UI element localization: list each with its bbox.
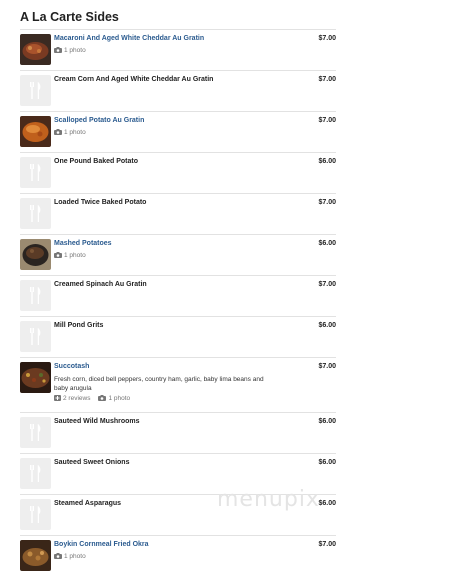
photo-count[interactable]: 1 photo bbox=[54, 553, 86, 561]
menu-item: Sauteed Wild Mushrooms $6.00 bbox=[20, 412, 336, 453]
fork-knife-icon bbox=[20, 157, 51, 188]
camera-icon bbox=[54, 553, 62, 561]
item-price: $7.00 bbox=[318, 541, 336, 548]
reviews-and-photos: 2 reviews 1 photo bbox=[54, 395, 130, 403]
item-name-link[interactable]: Mashed Potatoes bbox=[54, 240, 112, 247]
food-photo-thumbnail[interactable] bbox=[20, 540, 51, 571]
camera-icon bbox=[54, 129, 62, 137]
menu-item: Boykin Cornmeal Fried Okra 1 photo $7.00 bbox=[20, 535, 336, 576]
menu-item: Mill Pond Grits $6.00 bbox=[20, 316, 336, 357]
menu-item: Cream Corn And Aged White Cheddar Au Gra… bbox=[20, 70, 336, 111]
item-name-link[interactable]: Succotash bbox=[54, 363, 89, 370]
item-name: Loaded Twice Baked Potato bbox=[54, 199, 147, 206]
item-name: One Pound Baked Potato bbox=[54, 158, 139, 165]
food-photo-thumbnail[interactable] bbox=[20, 239, 51, 270]
photo-count[interactable]: 1 photo bbox=[54, 252, 86, 260]
item-name: Creamed Spinach Au Gratin bbox=[54, 281, 147, 288]
menu-item: Scalloped Potato Au Gratin 1 photo $7.00 bbox=[20, 111, 336, 152]
item-name-link[interactable]: Macaroni And Aged White Cheddar Au Grati… bbox=[54, 35, 204, 42]
review-count-link[interactable]: 2 reviews bbox=[63, 395, 90, 402]
section-title: A La Carte Sides bbox=[20, 10, 119, 24]
item-price: $7.00 bbox=[318, 35, 336, 42]
menu-item: Succotash Fresh corn, diced bell peppers… bbox=[20, 357, 336, 412]
camera-icon bbox=[98, 395, 107, 403]
photo-count[interactable]: 1 photo bbox=[54, 47, 86, 55]
item-name: Sauteed Wild Mushrooms bbox=[54, 418, 140, 425]
item-price: $7.00 bbox=[318, 117, 336, 124]
camera-icon bbox=[54, 47, 62, 55]
item-price: $7.00 bbox=[318, 363, 336, 370]
fork-knife-icon bbox=[20, 280, 51, 311]
menupix-watermark: menupix bbox=[217, 487, 320, 512]
item-price: $6.00 bbox=[318, 158, 336, 165]
menu-item: Macaroni And Aged White Cheddar Au Grati… bbox=[20, 29, 336, 70]
item-price: $6.00 bbox=[318, 240, 336, 247]
menu-item: Mashed Potatoes 1 photo $6.00 bbox=[20, 234, 336, 275]
item-description: Fresh corn, diced bell peppers, country … bbox=[54, 376, 264, 392]
photo-count-label: 1 photo bbox=[64, 553, 86, 560]
menu-item: Loaded Twice Baked Potato $7.00 bbox=[20, 193, 336, 234]
item-name: Cream Corn And Aged White Cheddar Au Gra… bbox=[54, 76, 214, 83]
fork-knife-icon bbox=[20, 321, 51, 352]
item-price: $6.00 bbox=[318, 459, 336, 466]
food-photo-thumbnail[interactable] bbox=[20, 34, 51, 65]
food-photo-thumbnail[interactable] bbox=[20, 116, 51, 147]
item-price: $7.00 bbox=[318, 76, 336, 83]
fork-knife-icon bbox=[20, 75, 51, 106]
food-photo-thumbnail[interactable] bbox=[20, 362, 51, 393]
photo-count-label: 1 photo bbox=[64, 252, 86, 259]
item-price: $7.00 bbox=[318, 281, 336, 288]
photo-count[interactable]: 1 photo bbox=[54, 129, 86, 137]
item-price: $6.00 bbox=[318, 500, 336, 507]
item-price: $7.00 bbox=[318, 199, 336, 206]
photo-count-link[interactable]: 1 photo bbox=[108, 395, 130, 402]
item-name: Sauteed Sweet Onions bbox=[54, 459, 130, 466]
item-name: Steamed Asparagus bbox=[54, 500, 122, 507]
photo-count-label: 1 photo bbox=[64, 129, 86, 136]
item-name: Mill Pond Grits bbox=[54, 322, 104, 329]
fork-knife-icon bbox=[20, 499, 51, 530]
fork-knife-icon bbox=[20, 458, 51, 489]
item-name-link[interactable]: Scalloped Potato Au Gratin bbox=[54, 117, 144, 124]
item-name-link[interactable]: Boykin Cornmeal Fried Okra bbox=[54, 541, 149, 548]
camera-icon bbox=[54, 252, 62, 260]
fork-knife-icon bbox=[20, 198, 51, 229]
item-price: $6.00 bbox=[318, 418, 336, 425]
menu-item: One Pound Baked Potato $6.00 bbox=[20, 152, 336, 193]
review-icon bbox=[54, 395, 61, 403]
fork-knife-icon bbox=[20, 417, 51, 448]
photo-count-label: 1 photo bbox=[64, 47, 86, 54]
menu-item: Creamed Spinach Au Gratin $7.00 bbox=[20, 275, 336, 316]
item-price: $6.00 bbox=[318, 322, 336, 329]
